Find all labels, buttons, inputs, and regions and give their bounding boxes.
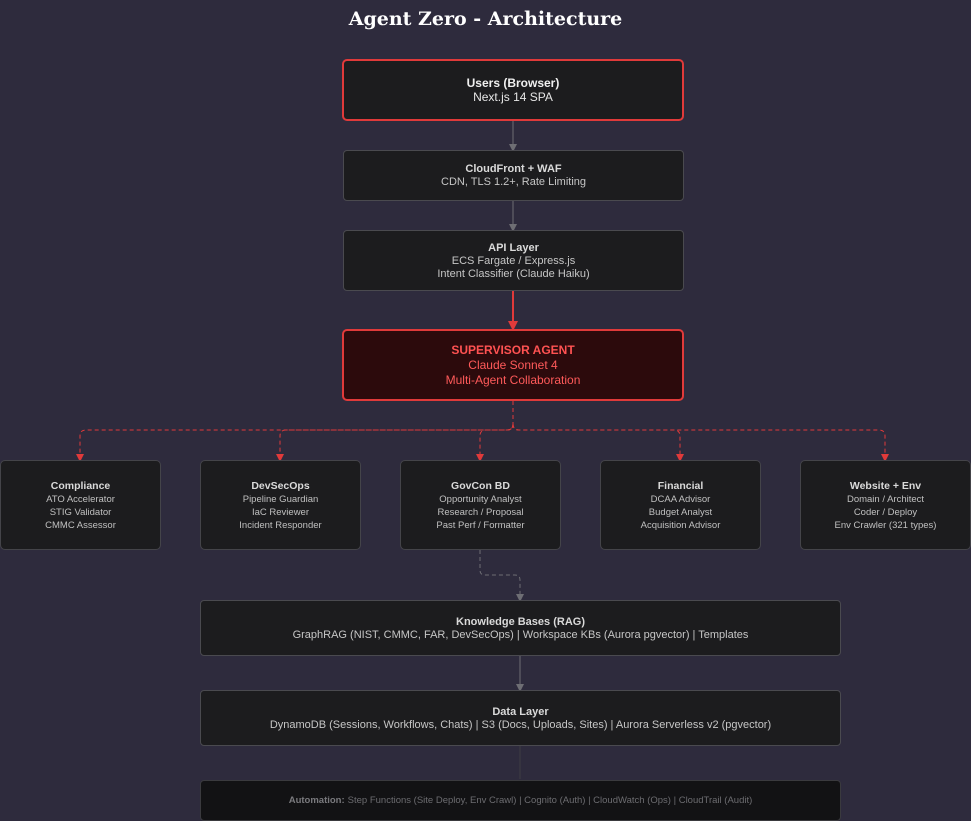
agent-capability: Coder / Deploy (853, 506, 918, 518)
api-line-2: Intent Classifier (Claude Haiku) (437, 267, 590, 280)
agent-name: Compliance (50, 479, 111, 492)
agent-capability: Research / Proposal (437, 506, 524, 518)
agent-govcon-bd-node: GovCon BD Opportunity Analyst Research /… (400, 460, 561, 550)
agent-capability: Env Crawler (321 types) (834, 519, 937, 531)
data-layer-node: Data Layer DynamoDB (Sessions, Workflows… (200, 690, 841, 746)
agent-capability: Acquisition Advisor (640, 519, 721, 531)
automation-node: Automation: Step Functions (Site Deploy,… (200, 780, 841, 821)
agent-name: Website + Env (849, 479, 922, 492)
cloudfront-waf-node: CloudFront + WAF CDN, TLS 1.2+, Rate Lim… (343, 150, 684, 201)
supervisor-line-2: Multi-Agent Collaboration (445, 372, 581, 387)
agent-capability: STIG Validator (49, 506, 112, 518)
supervisor-line-1: Claude Sonnet 4 (468, 357, 558, 372)
agent-website-env-node: Website + Env Domain / Architect Coder /… (800, 460, 971, 550)
automation-text: Step Functions (Site Deploy, Env Crawl) … (347, 795, 753, 806)
agent-capability: Incident Responder (239, 519, 322, 531)
agent-capability: Past Perf / Formatter (436, 519, 525, 531)
supervisor-heading: SUPERVISOR AGENT (451, 342, 575, 357)
agent-name: Financial (657, 479, 704, 492)
knowledge-heading: Knowledge Bases (RAG) (456, 615, 585, 628)
knowledge-line: GraphRAG (NIST, CMMC, FAR, DevSecOps) | … (292, 628, 749, 641)
dashed-govcon-to-knowledge (479, 550, 524, 602)
agent-compliance-node: Compliance ATO Accelerator STIG Validato… (0, 460, 161, 550)
agent-capability: DCAA Advisor (650, 493, 711, 505)
users-browser-node: Users (Browser) Next.js 14 SPA (342, 59, 684, 121)
automation-label: Automation: (288, 795, 345, 806)
agent-capability: Pipeline Guardian (242, 493, 319, 505)
api-layer-node: API Layer ECS Fargate / Express.js Inten… (343, 230, 684, 291)
data-layer-line: DynamoDB (Sessions, Workflows, Chats) | … (269, 718, 772, 731)
agent-name: GovCon BD (451, 479, 510, 492)
agent-capability: Budget Analyst (648, 506, 713, 518)
agent-name: DevSecOps (251, 479, 310, 492)
agent-capability: Opportunity Analyst (439, 493, 522, 505)
dashed-to-website (512, 423, 889, 462)
agent-financial-node: Financial DCAA Advisor Budget Analyst Ac… (600, 460, 761, 550)
supervisor-agent-node: SUPERVISOR AGENT Claude Sonnet 4 Multi-A… (342, 329, 684, 401)
dashed-to-financial (512, 423, 684, 462)
dashed-to-devsecops (276, 423, 514, 462)
cloudfront-heading: CloudFront + WAF (465, 163, 562, 175)
knowledge-bases-node: Knowledge Bases (RAG) GraphRAG (NIST, CM… (200, 600, 841, 656)
agent-capability: Domain / Architect (846, 493, 925, 505)
users-heading: Users (Browser) (466, 75, 560, 90)
users-line: Next.js 14 SPA (473, 89, 553, 104)
data-layer-heading: Data Layer (492, 705, 549, 718)
dashed-to-govcon (476, 423, 514, 462)
cloudfront-line: CDN, TLS 1.2+, Rate Limiting (441, 176, 586, 188)
agent-capability: ATO Accelerator (46, 493, 115, 505)
agent-devsecops-node: DevSecOps Pipeline Guardian IaC Reviewer… (200, 460, 361, 550)
agent-capability: CMMC Assessor (45, 519, 116, 531)
api-line-1: ECS Fargate / Express.js (451, 254, 576, 267)
agent-capability: IaC Reviewer (251, 506, 310, 518)
api-heading: API Layer (488, 241, 539, 254)
